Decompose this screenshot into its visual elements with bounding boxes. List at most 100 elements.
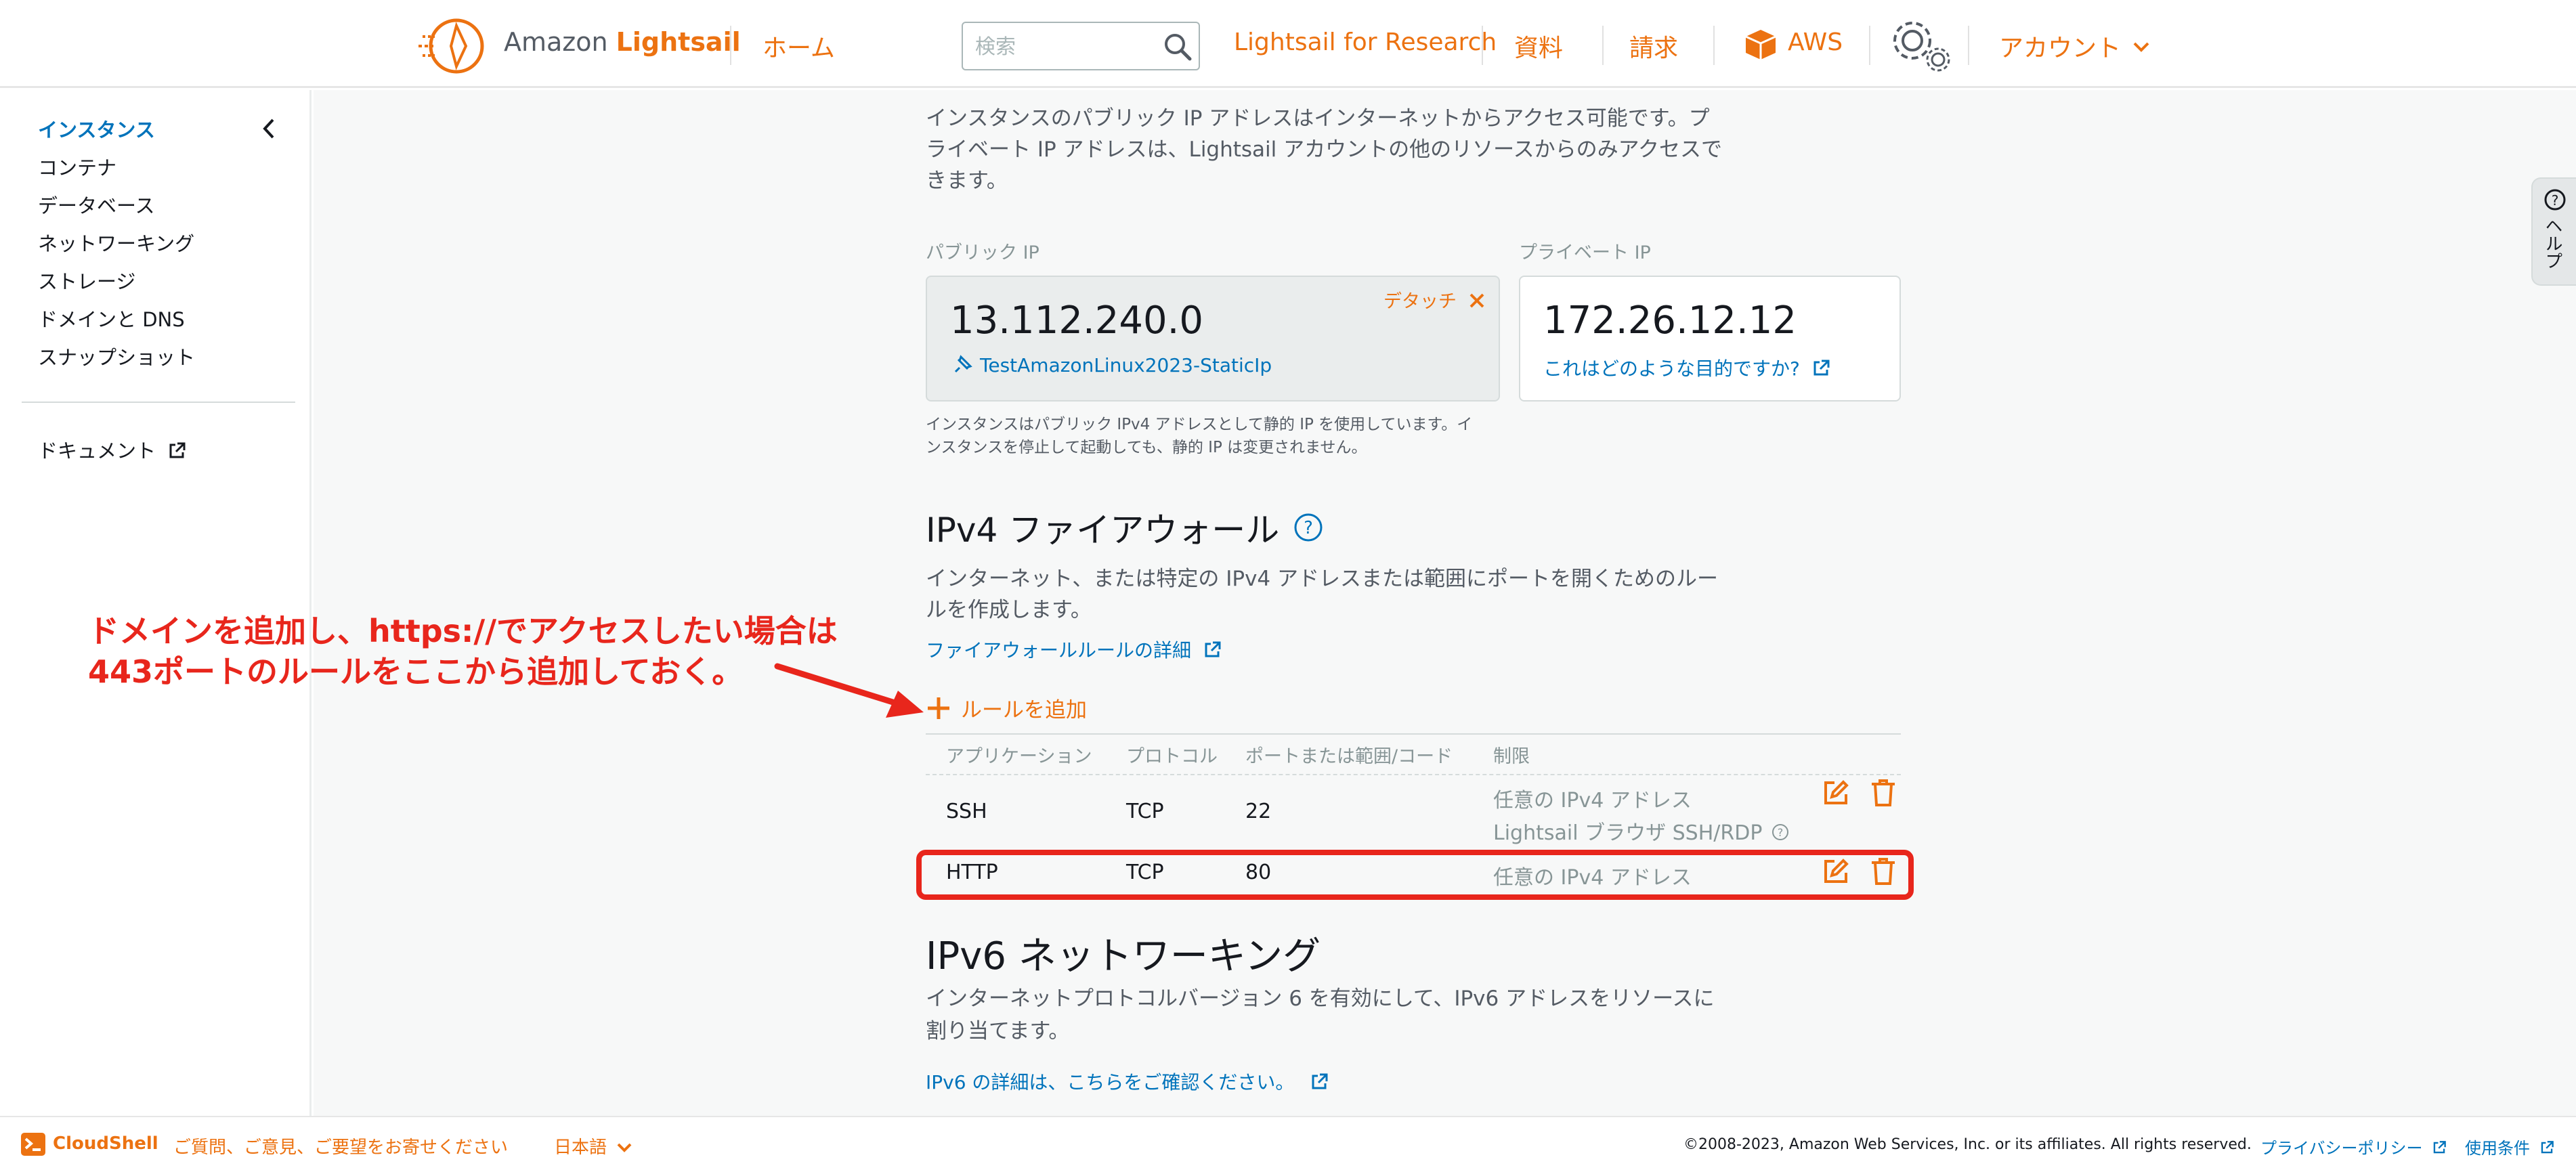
search-icon[interactable] [1162, 31, 1193, 62]
ipv6-details-link[interactable]: IPv6 の詳細は、こちらをご確認ください。 [926, 1068, 1329, 1095]
ipv6-desc-line1: インターネットプロトコルバージョン 6 を有効にして、IPv6 アドレスをリソー… [926, 987, 1715, 1011]
sidebar-item-containers[interactable]: コンテナ [38, 152, 116, 181]
annotation-line2: 443ポートのルールをここから追加しておく。 [88, 653, 744, 690]
sidebar-item-databases[interactable]: データベース [38, 190, 155, 219]
detach-label: デタッチ [1383, 291, 1457, 312]
nav-divider [1713, 26, 1715, 65]
top-navigation: Amazon Lightsail ホーム Lightsail for Resea… [0, 0, 2576, 88]
external-link-icon [2433, 1141, 2446, 1154]
svg-text:?: ? [1778, 826, 1784, 839]
trash-icon[interactable] [1870, 778, 1897, 808]
language-selector[interactable]: 日本語 [554, 1133, 632, 1158]
col-port-range: ポートまたは範囲/コード [1245, 746, 1453, 767]
sidebar-item-domains-dns[interactable]: ドメインと DNS [38, 304, 185, 332]
rule-ssh-restriction-browser-label: Lightsail ブラウザ SSH/RDP [1493, 821, 1763, 845]
rules-header-divider [926, 774, 1901, 775]
rule-ssh-restriction: 任意の IPv4 アドレス [1493, 789, 1692, 812]
feedback-link[interactable]: ご質問、ご意見、ご要望をお寄せください [173, 1133, 508, 1158]
add-rule-button[interactable]: ルールを追加 [926, 693, 1087, 723]
aws-box-icon[interactable] [1743, 27, 1778, 62]
private-ip-value: 172.26.12.12 [1543, 299, 1797, 343]
cloudshell-button[interactable]: CloudShell [53, 1133, 158, 1154]
help-icon: ? [2544, 189, 2566, 211]
main-content: インスタンスのパブリック IP アドレスはインターネットからアクセス可能です。プ… [314, 90, 2576, 1116]
firewall-title-text: IPv4 ファイアウォール [926, 511, 1280, 550]
col-protocol: プロトコル [1126, 746, 1218, 767]
info-icon[interactable]: ? [1293, 512, 1324, 543]
firewall-desc-line2: ルを作成します。 [926, 598, 1092, 622]
static-ip-note-line2: ンスタンスを停止して起動しても、静的 IP は変更されません。 [926, 439, 1367, 456]
sidebar-item-networking[interactable]: ネットワーキング [38, 228, 194, 257]
search-input[interactable] [975, 32, 1151, 61]
svg-text:?: ? [2552, 192, 2559, 209]
nav-divider [1602, 26, 1604, 65]
col-application: アプリケーション [946, 746, 1092, 767]
gear-icon[interactable] [1887, 14, 1957, 76]
terms-link[interactable]: 使用条件 [2465, 1135, 2554, 1158]
rules-table-top-border [926, 733, 1901, 735]
sidebar-item-storage[interactable]: ストレージ [38, 266, 135, 295]
nav-divider [1968, 26, 1969, 65]
annotation-arrow-icon [774, 663, 924, 718]
app-window: Amazon Lightsail ホーム Lightsail for Resea… [0, 0, 2576, 1170]
sidebar-divider [22, 402, 295, 403]
nav-home[interactable]: ホーム [763, 28, 835, 64]
brand-name[interactable]: Amazon Lightsail [504, 27, 741, 57]
http-rule-highlight [916, 850, 1914, 900]
sidebar-item-snapshots[interactable]: スナップショット [38, 342, 195, 370]
networking-intro-line1: インスタンスのパブリック IP アドレスはインターネットからアクセス可能です。プ [926, 106, 1710, 131]
nav-billing[interactable]: 請求 [1629, 28, 1678, 64]
copyright-text: ©2008-2023, Amazon Web Services, Inc. or… [1683, 1136, 2252, 1153]
nav-docs[interactable]: 資料 [1514, 28, 1563, 64]
private-ip-purpose-link[interactable]: これはどのような目的ですか? [1543, 354, 1830, 381]
private-ip-card: 172.26.12.12 これはどのような目的ですか? [1519, 276, 1901, 402]
external-link-icon [2541, 1141, 2554, 1154]
ipv6-title: IPv6 ネットワーキング [926, 934, 1321, 978]
networking-intro-line3: きます。 [926, 169, 1008, 193]
nav-divider [1869, 26, 1870, 65]
sidebar: インスタンス コンテナ データベース ネットワーキング ストレージ ドメインと … [0, 90, 312, 1116]
annotation-line1: ドメインを追加し、https://でアクセスしたい場合は [88, 613, 838, 649]
privacy-link[interactable]: プライバシーポリシー [2260, 1135, 2447, 1158]
firewall-details-link[interactable]: ファイアウォールルールの詳細 [926, 636, 1222, 663]
firewall-details-label: ファイアウォールルールの詳細 [926, 639, 1192, 662]
chevron-down-icon[interactable] [2132, 39, 2151, 54]
cloudshell-icon[interactable] [20, 1132, 46, 1156]
lightsail-logo-icon[interactable] [418, 16, 490, 76]
public-ip-value: 13.112.240.0 [950, 299, 1204, 343]
static-ip-note-line1: インスタンスはパブリック IPv4 アドレスとして静的 IP を使用しています。… [926, 416, 1473, 433]
public-ip-label: パブリック IP [926, 242, 1039, 263]
ipv6-details-label: IPv6 の詳細は、こちらをご確認ください。 [926, 1071, 1295, 1093]
nav-divider [1482, 26, 1483, 65]
nav-divider [730, 26, 731, 65]
search-box[interactable] [962, 22, 1200, 70]
terms-label: 使用条件 [2465, 1139, 2530, 1158]
brand-prefix: Amazon [504, 27, 616, 57]
private-ip-purpose-label: これはどのような目的ですか? [1543, 358, 1800, 380]
rule-ssh-app: SSH [946, 800, 987, 823]
help-tab[interactable]: ? ヘルプ [2531, 177, 2576, 286]
external-link-icon [1205, 641, 1221, 657]
static-ip-pin-icon [954, 355, 972, 373]
rule-ssh-protocol: TCP [1126, 800, 1164, 823]
networking-intro-line2: ライベート IP アドレスは、Lightsail アカウントの他のリソースからの… [926, 137, 1723, 162]
documents-label: ドキュメント [38, 439, 156, 462]
detach-button[interactable]: デタッチ [1383, 286, 1486, 313]
info-icon[interactable]: ? [1772, 823, 1789, 841]
ipv6-desc-line2: 割り当てます。 [926, 1019, 1070, 1043]
sidebar-item-documents[interactable]: ドキュメント [38, 435, 186, 464]
firewall-desc-line1: インターネット、または特定の IPv4 アドレスまたは範囲にポートを開くためのル… [926, 567, 1718, 591]
brand-lightsail: Lightsail [616, 27, 741, 57]
chevron-left-icon[interactable] [260, 117, 278, 140]
nav-account[interactable]: アカウント [1999, 28, 2121, 64]
nav-lightsail-research[interactable]: Lightsail for Research [1234, 28, 1497, 56]
nav-aws[interactable]: AWS [1788, 28, 1843, 56]
static-ip-link[interactable]: TestAmazonLinux2023-StaticIp [980, 354, 1272, 376]
svg-text:?: ? [1304, 518, 1313, 538]
sidebar-item-instances[interactable]: インスタンス [38, 114, 155, 143]
external-link-icon [169, 442, 186, 458]
language-label: 日本語 [554, 1138, 607, 1158]
edit-icon[interactable] [1822, 779, 1849, 806]
firewall-title: IPv4 ファイアウォール ? [926, 503, 1324, 552]
rule-ssh-port: 22 [1245, 800, 1272, 823]
